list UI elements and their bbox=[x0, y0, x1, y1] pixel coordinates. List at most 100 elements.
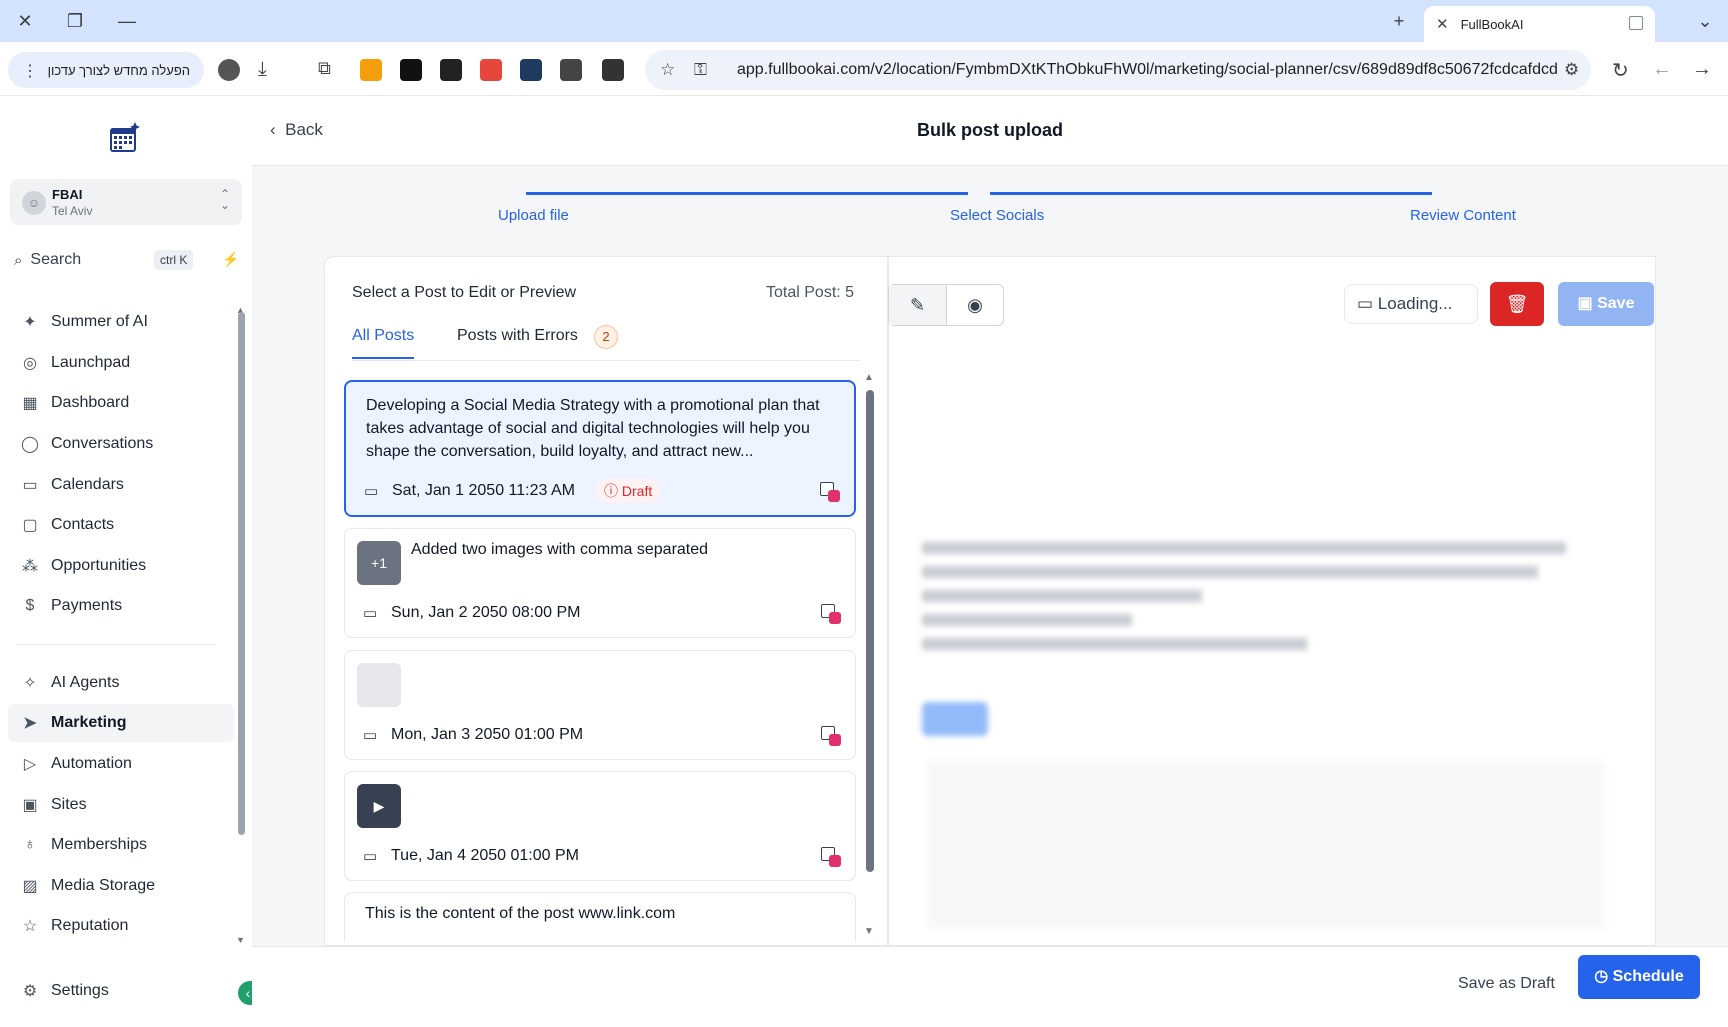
sidebar-item-media-storage[interactable]: ▨ Media Storage bbox=[8, 867, 234, 905]
loading-label: Loading... bbox=[1377, 294, 1453, 313]
pencil-icon[interactable]: ✎ bbox=[889, 285, 947, 325]
sidebar-item-marketing[interactable]: ➤ Marketing bbox=[8, 704, 234, 742]
page-title: Bulk post upload bbox=[917, 120, 1063, 140]
back-button[interactable]: ‹ Back bbox=[270, 120, 323, 140]
calendar-icon: ▭ bbox=[364, 483, 379, 500]
link-preview-card bbox=[926, 760, 1606, 930]
reload-icon[interactable]: ↻ bbox=[1612, 58, 1629, 83]
sidebar-item-label: Contacts bbox=[51, 516, 115, 533]
sidebar-item-ai-agents[interactable]: ✧ AI Agents bbox=[8, 664, 234, 702]
extension-1-icon[interactable] bbox=[360, 59, 382, 81]
tab-posts-with-errors[interactable]: Posts with Errors bbox=[457, 327, 578, 345]
extension-4-icon[interactable] bbox=[480, 59, 502, 81]
update-chip[interactable]: ⋮ הפעלה מחדש לצורך עדכון bbox=[8, 52, 204, 88]
extension-5-icon[interactable] bbox=[520, 59, 542, 81]
sidebar-item-memberships[interactable]: ♁ Memberships bbox=[8, 826, 234, 864]
kebab-menu-icon: ⋮ bbox=[22, 63, 38, 80]
editor-content-loading bbox=[906, 350, 1636, 930]
step-upload-file[interactable]: Upload file bbox=[498, 207, 569, 224]
sidebar-item-payments[interactable]: $ Payments bbox=[8, 587, 234, 625]
sidebar-item-opportunities[interactable]: ⁂ Opportunities bbox=[8, 547, 234, 585]
post-card[interactable]: +1 Added two images with comma separated… bbox=[344, 528, 856, 638]
delete-button[interactable]: 🗑 bbox=[1490, 282, 1544, 326]
sidebar-item-summer-of-ai[interactable]: ✦ Summer of AI bbox=[8, 303, 234, 341]
total-posts: Total Post: 5 bbox=[766, 284, 855, 301]
extension-3-icon[interactable] bbox=[440, 59, 462, 81]
extensions-icon[interactable]: ⧉ bbox=[318, 58, 331, 79]
sidebar-scroll-down-icon[interactable]: ▼ bbox=[236, 935, 245, 945]
sidebar-item-contacts[interactable]: ▢ Contacts bbox=[8, 506, 234, 544]
extension-2-icon[interactable] bbox=[400, 59, 422, 81]
post-list-scrollbar[interactable] bbox=[866, 390, 874, 872]
close-tab-icon[interactable]: ✕ bbox=[1436, 15, 1449, 33]
memberships-icon: ♁ bbox=[24, 836, 36, 853]
tab-list-chevron-icon[interactable]: ⌄ bbox=[1692, 8, 1718, 34]
new-tab-icon[interactable]: + bbox=[1386, 8, 1412, 34]
chat-icon: ◯ bbox=[21, 436, 39, 453]
quick-action-bolt-icon[interactable]: ⚡ bbox=[220, 248, 242, 270]
sidebar-item-label: Summer of AI bbox=[51, 313, 148, 330]
step-review-content[interactable]: Review Content bbox=[1410, 207, 1516, 224]
payments-icon: $ bbox=[25, 597, 35, 614]
browser-tab[interactable]: ✕ FullBookAI bbox=[1424, 6, 1655, 42]
search-icon: ⌕ bbox=[14, 251, 23, 269]
sidebar-item-dashboard[interactable]: ▦ Dashboard bbox=[8, 384, 234, 422]
sites-icon: ▣ bbox=[22, 797, 38, 814]
edit-preview-toggle: ✎ ◉ bbox=[888, 284, 1004, 326]
sidebar-item-launchpad[interactable]: ◎ Launchpad bbox=[8, 344, 234, 382]
sidebar-item-label: Media Storage bbox=[51, 877, 156, 894]
sidebar-item-label: Calendars bbox=[51, 476, 124, 493]
bookmark-star-icon[interactable]: ☆ bbox=[660, 60, 675, 80]
sidebar-item-label: Opportunities bbox=[51, 557, 147, 574]
save-as-draft-button[interactable]: Save as Draft bbox=[1450, 965, 1563, 1003]
sidebar-item-sites[interactable]: ▣ Sites bbox=[8, 786, 234, 824]
sidebar-item-label: Settings bbox=[51, 982, 109, 999]
close-window-icon[interactable]: ✕ bbox=[12, 8, 38, 34]
profile-avatar-icon[interactable] bbox=[218, 59, 240, 81]
sidebar-item-label: Conversations bbox=[51, 435, 154, 452]
sidebar-item-calendars[interactable]: ▭ Calendars bbox=[8, 466, 234, 504]
list-scroll-up-icon[interactable]: ▲ bbox=[864, 372, 874, 383]
sidebar-scrollbar[interactable] bbox=[238, 312, 245, 835]
sidebar-search[interactable]: ⌕ Search ctrl K ⚡ bbox=[10, 246, 240, 274]
post-card[interactable]: Developing a Social Media Strategy with … bbox=[344, 380, 856, 517]
post-card[interactable]: This is the content of the post www.link… bbox=[344, 892, 856, 942]
schedule-date-button[interactable]: ▭ Loading... bbox=[1344, 284, 1478, 324]
back-arrow-icon[interactable]: ← bbox=[1652, 58, 1672, 81]
key-icon[interactable]: ⚿ bbox=[694, 60, 707, 80]
ai-agents-icon: ✧ bbox=[23, 675, 37, 692]
sidebar-item-label: AI Agents bbox=[51, 674, 120, 691]
site-settings-icon[interactable]: ⚙ bbox=[1564, 60, 1579, 80]
post-card[interactable]: ▶ ▭ Tue, Jan 4 2050 01:00 PM bbox=[344, 771, 856, 881]
forward-arrow-icon[interactable]: → bbox=[1692, 58, 1712, 81]
download-icon[interactable]: ⤓ bbox=[258, 58, 267, 81]
sidebar-item-settings[interactable]: ⚙ Settings bbox=[8, 972, 234, 1010]
post-date: Tue, Jan 4 2050 01:00 PM bbox=[391, 847, 579, 864]
sparkle-icon: ✦ bbox=[23, 314, 37, 331]
extension-7-icon[interactable] bbox=[602, 59, 624, 81]
location-name: FBAI bbox=[52, 187, 83, 202]
save-button[interactable]: ▣ Save bbox=[1558, 282, 1654, 326]
calendar-icon: ▭ bbox=[1357, 294, 1378, 313]
extension-6-icon[interactable] bbox=[560, 59, 582, 81]
restore-window-icon[interactable]: ❐ bbox=[62, 8, 88, 34]
schedule-button[interactable]: ◷ Schedule bbox=[1578, 955, 1700, 999]
step-select-socials[interactable]: Select Socials bbox=[950, 207, 1044, 224]
url-text[interactable]: app.fullbookai.com/v2/location/FymbmDXtK… bbox=[737, 61, 1558, 79]
search-shortcut: ctrl K bbox=[154, 250, 194, 270]
tab-all-posts[interactable]: All Posts bbox=[352, 327, 415, 359]
eye-icon[interactable]: ◉ bbox=[947, 285, 1003, 325]
trash-icon: 🗑 bbox=[1505, 294, 1529, 314]
post-card[interactable]: ▭ Mon, Jan 3 2050 01:00 PM bbox=[344, 650, 856, 760]
sidebar-item-conversations[interactable]: ◯ Conversations bbox=[8, 425, 234, 463]
sidebar-item-label: Dashboard bbox=[51, 394, 130, 411]
sidebar-item-automation[interactable]: ▷ Automation bbox=[8, 745, 234, 783]
list-scroll-down-icon[interactable]: ▼ bbox=[864, 926, 874, 937]
chevron-updown-icon: ⌃ ⌄ bbox=[219, 187, 230, 212]
minimize-window-icon[interactable]: — bbox=[114, 8, 140, 34]
instagram-scheduled-icon bbox=[821, 604, 841, 624]
automation-icon: ▷ bbox=[23, 756, 37, 773]
location-switcher[interactable]: ☺ FBAI Tel Aviv ⌃ ⌄ bbox=[10, 179, 242, 225]
sidebar-item-reputation[interactable]: ☆ Reputation bbox=[8, 907, 234, 945]
chevron-left-icon: ‹ bbox=[270, 120, 286, 139]
